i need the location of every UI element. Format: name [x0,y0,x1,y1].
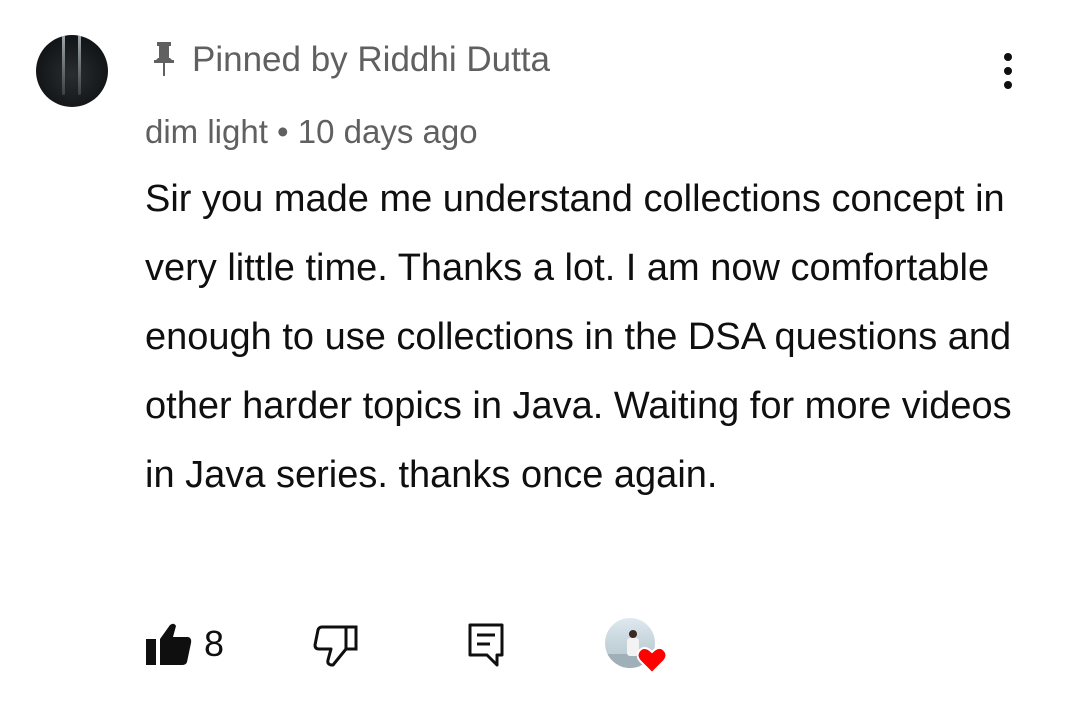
comment-thread: Pinned by Riddhi Dutta dim light • 10 da… [0,0,1080,706]
pin-icon [154,42,174,76]
comment-author[interactable]: dim light [145,113,268,150]
heart-icon [637,646,667,674]
thumbs-down-icon[interactable] [313,624,359,668]
more-vertical-icon [1004,67,1012,75]
avatar-streak [78,35,81,95]
avatar-person-head [629,630,637,638]
pinned-indicator: Pinned by Riddhi Dutta [148,38,550,82]
commenter-avatar[interactable] [36,35,108,107]
reply-comment-icon[interactable] [467,622,507,668]
avatar-streak [62,35,65,95]
comment-actions: 8 [0,610,1080,680]
thumbs-up-icon[interactable] [145,622,193,666]
more-vertical-icon [1004,81,1012,89]
meta-separator: • [267,113,298,150]
comment-time[interactable]: 10 days ago [298,113,478,150]
creator-heart-badge[interactable] [605,618,669,678]
comment-text: Sir you made me understand collections c… [145,178,1012,496]
like-count: 8 [204,623,225,664]
pinned-label: Pinned by Riddhi Dutta [192,40,550,79]
more-options-button[interactable] [988,46,1028,96]
more-vertical-icon [1004,53,1012,61]
comment-meta: dim light • 10 days ago [145,113,478,151]
